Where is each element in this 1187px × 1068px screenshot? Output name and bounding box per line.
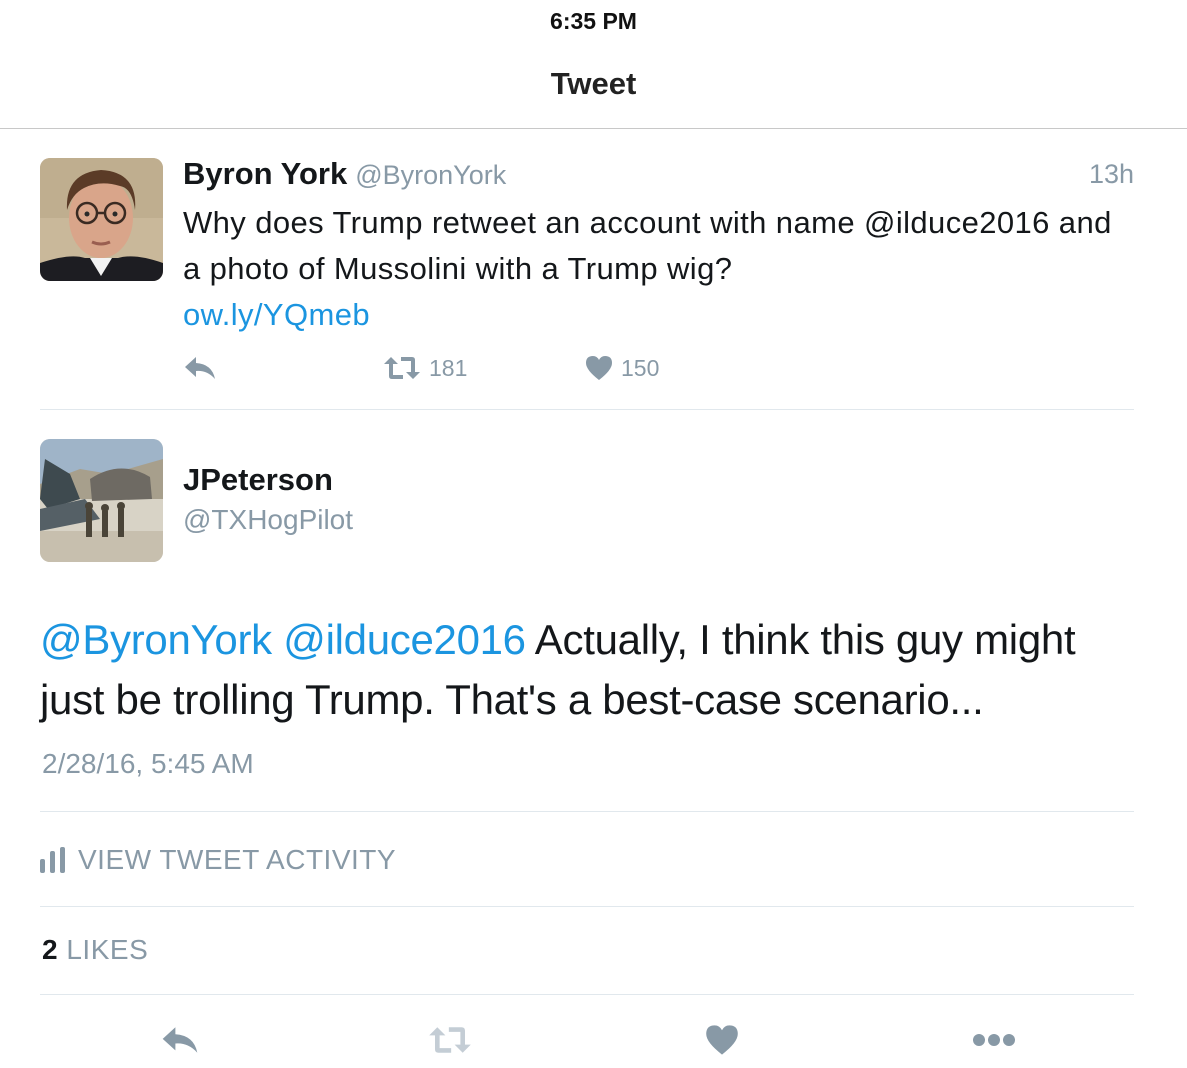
tweet-date: 2/28/16, 5:45 AM bbox=[42, 748, 254, 779]
heart-icon bbox=[586, 356, 612, 380]
retweet-icon bbox=[384, 357, 420, 379]
like-count: 150 bbox=[621, 354, 660, 381]
status-time: 6:35 PM bbox=[550, 8, 637, 34]
toolbar-like-button[interactable] bbox=[704, 1020, 740, 1060]
avatar-byron-york[interactable] bbox=[40, 158, 163, 281]
toolbar-more-button[interactable] bbox=[970, 1020, 1018, 1060]
avatar-jpeterson[interactable] bbox=[40, 439, 163, 562]
main-tweet-text: @ByronYork @ilduce2016 Actually, I think… bbox=[40, 610, 1140, 730]
toolbar-reply-button[interactable] bbox=[158, 1020, 202, 1060]
retweet-count: 181 bbox=[429, 354, 468, 381]
parent-tweet-header: Byron York @ByronYork 13h bbox=[183, 156, 1134, 196]
reply-button[interactable] bbox=[183, 352, 217, 384]
parent-tweet-body: Why does Trump retweet an account with n… bbox=[183, 205, 1112, 286]
reply-icon bbox=[185, 357, 215, 379]
author-name[interactable]: JPeterson bbox=[183, 462, 333, 498]
likes-label: LIKES bbox=[66, 934, 149, 965]
mention-ilduce2016[interactable]: @ilduce2016 bbox=[283, 616, 526, 663]
author-handle[interactable]: @ByronYork bbox=[355, 160, 506, 190]
view-tweet-activity-button[interactable]: VIEW TWEET ACTIVITY bbox=[40, 842, 396, 878]
reply-icon bbox=[162, 1027, 198, 1053]
bar-chart-icon bbox=[40, 847, 65, 873]
activity-label: VIEW TWEET ACTIVITY bbox=[78, 844, 397, 875]
likes-number: 2 bbox=[42, 934, 59, 965]
nav-bar: Tweet bbox=[0, 44, 1187, 129]
more-icon bbox=[973, 1034, 1015, 1046]
parent-tweet-actions: 181 150 bbox=[183, 352, 1134, 384]
retweet-icon bbox=[429, 1027, 471, 1053]
likes-count-row[interactable]: 2 LIKES bbox=[42, 934, 148, 966]
tweet-link[interactable]: ow.ly/YQmeb bbox=[183, 297, 370, 332]
mention-byronyork[interactable]: @ByronYork bbox=[40, 616, 272, 663]
like-button[interactable]: 150 bbox=[585, 352, 659, 384]
divider bbox=[40, 906, 1134, 907]
divider bbox=[40, 994, 1134, 995]
heart-icon bbox=[706, 1025, 738, 1055]
toolbar-retweet-button[interactable] bbox=[426, 1020, 474, 1060]
status-bar: 6:35 PM bbox=[0, 0, 1187, 44]
retweet-button[interactable]: 181 bbox=[383, 352, 467, 384]
bottom-toolbar bbox=[0, 1010, 1187, 1068]
parent-tweet-text: Why does Trump retweet an account with n… bbox=[183, 200, 1134, 338]
divider bbox=[40, 811, 1134, 812]
tweet-timestamp: 13h bbox=[1088, 159, 1134, 189]
page-title: Tweet bbox=[550, 66, 637, 101]
parent-tweet[interactable]: Byron York @ByronYork 13h Why does Trump … bbox=[40, 130, 1134, 410]
author-name[interactable]: Byron York bbox=[183, 156, 347, 191]
author-handle[interactable]: @TXHogPilot bbox=[183, 504, 353, 536]
